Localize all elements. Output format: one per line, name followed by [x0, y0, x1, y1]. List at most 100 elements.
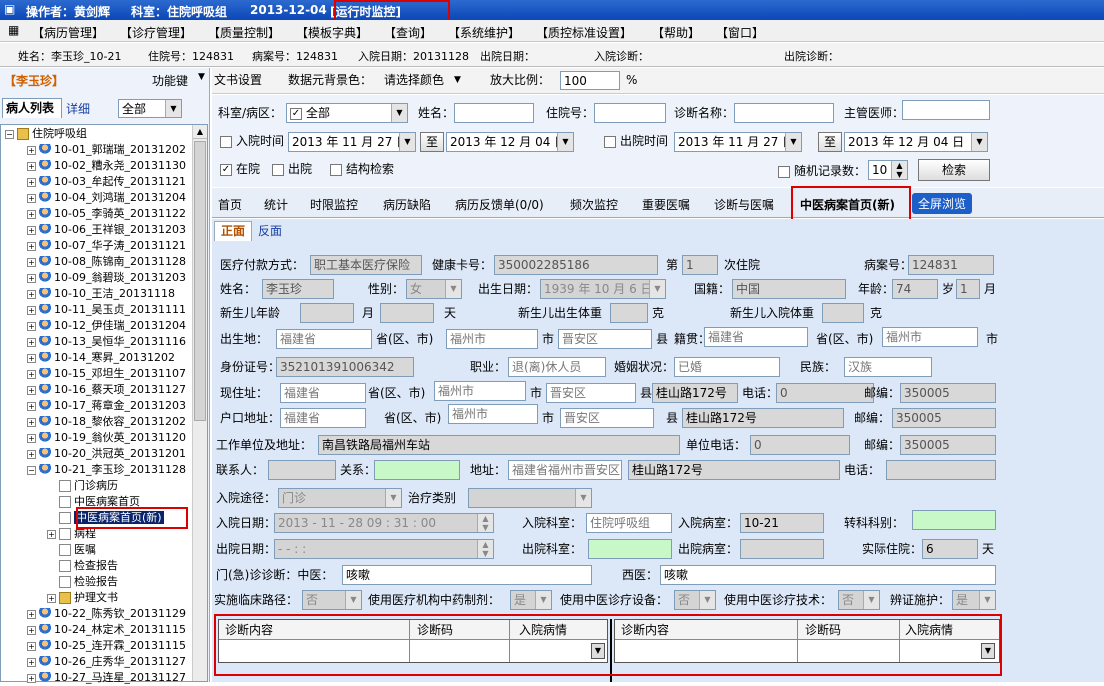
- op-tcm-field[interactable]: 咳嗽: [342, 565, 592, 585]
- treat-select[interactable]: ▼: [468, 488, 592, 508]
- search-button[interactable]: 检索: [918, 159, 990, 181]
- menu-help[interactable]: 【帮助】: [652, 24, 700, 41]
- adm-date-field[interactable]: 2013 - 11 - 28 09 : 31 : 00 ▲ ▼: [274, 513, 494, 533]
- bp-city[interactable]: 福州市: [446, 329, 538, 349]
- cur-city[interactable]: 福州市: [434, 381, 526, 401]
- func-key[interactable]: 功能键: [152, 72, 188, 89]
- nb-age-day[interactable]: [380, 303, 434, 323]
- tree-record[interactable]: 中医病案首页: [47, 494, 140, 510]
- adm-dept-field[interactable]: 住院呼吸组: [586, 513, 672, 533]
- menu-qc-std[interactable]: 【质控标准设置】: [536, 24, 632, 41]
- tree-patient[interactable]: +10-03_牟起传_20131121: [27, 174, 186, 190]
- addr-road[interactable]: 桂山路172号: [628, 460, 840, 480]
- menu-query[interactable]: 【查询】: [384, 24, 432, 41]
- tree-record[interactable]: 检查报告: [47, 558, 118, 574]
- zip-field[interactable]: 350005: [900, 383, 996, 403]
- name-input[interactable]: [454, 103, 534, 123]
- hk-dist[interactable]: 晋安区: [560, 408, 654, 428]
- doctor-input[interactable]: [902, 100, 990, 120]
- tab-home[interactable]: 首页: [218, 196, 242, 213]
- menu-system[interactable]: 【系统维护】: [448, 24, 520, 41]
- tree-patient[interactable]: +10-07_华子涛_20131121: [27, 238, 186, 254]
- dis-date-field[interactable]: - - : : ▲ ▼: [274, 539, 494, 559]
- adm-ward-field[interactable]: 10-21: [740, 513, 824, 533]
- pay-field[interactable]: 职工基本医疗保险: [310, 255, 422, 275]
- diag-input[interactable]: [734, 103, 834, 123]
- color-arrow-icon[interactable]: ▼: [454, 70, 461, 90]
- hk-prov[interactable]: 福建省: [280, 408, 366, 428]
- cur-road[interactable]: 桂山路172号: [652, 383, 738, 403]
- diag-grid-right[interactable]: 诊断内容 诊断码 入院病情 ▼: [614, 619, 1000, 663]
- bp-prov[interactable]: 福建省: [276, 329, 372, 349]
- days-field[interactable]: 6: [922, 539, 978, 559]
- tree-patient[interactable]: +10-06_王祥银_20131203: [27, 222, 186, 238]
- tree-patient[interactable]: +10-09_翁碧琰_20131203: [27, 270, 186, 286]
- tree-patient[interactable]: +10-24_林定术_20131115: [27, 622, 186, 638]
- menu-template[interactable]: 【模板字典】: [296, 24, 368, 41]
- tree-patient[interactable]: +10-26_庄秀华_20131127: [27, 654, 186, 670]
- mon-field[interactable]: 1: [956, 279, 980, 299]
- chevron-down-icon[interactable]: ▼: [981, 643, 995, 659]
- eth-field[interactable]: 汉族: [844, 357, 932, 377]
- phone-field[interactable]: [886, 460, 996, 480]
- tree-patient[interactable]: −10-21_李玉珍_20131128: [27, 462, 186, 478]
- w-zip-field[interactable]: 350005: [900, 435, 996, 455]
- op-west-field[interactable]: 咳嗽: [660, 565, 996, 585]
- tree-patient[interactable]: +10-14_寒昇_20131202: [27, 350, 175, 366]
- adm-from-date[interactable]: 2013 年 11 月 27 日 ▼: [288, 132, 416, 152]
- path-select[interactable]: 否 ▼: [302, 590, 362, 610]
- menu-quality[interactable]: 【质量控制】: [208, 24, 280, 41]
- tab-detail[interactable]: 详细: [66, 100, 90, 117]
- case-field[interactable]: 124831: [908, 255, 994, 275]
- nb-aw-field[interactable]: [822, 303, 864, 323]
- herb-select[interactable]: 是 ▼: [510, 590, 552, 610]
- nat-field[interactable]: 中国: [732, 279, 846, 299]
- bp-dist[interactable]: 晋安区: [558, 329, 652, 349]
- tree-patient[interactable]: +10-10_王洁_20131118: [27, 286, 175, 302]
- tree-record[interactable]: 医嘱: [47, 542, 96, 558]
- tree-patient[interactable]: +10-27_马连星_20131127: [27, 670, 186, 686]
- dis-time-check[interactable]: 出院时间: [604, 131, 668, 151]
- adm-to-date[interactable]: 2013 年 12 月 04 日 ▼: [446, 132, 574, 152]
- tab-fullscreen[interactable]: 全屏浏览: [912, 193, 973, 214]
- work-field[interactable]: 南昌铁路局福州车站: [318, 435, 680, 455]
- card-field[interactable]: 350002285186: [494, 255, 658, 275]
- tree-scrollbar[interactable]: ▲: [192, 125, 207, 681]
- tab-stats[interactable]: 统计: [264, 196, 288, 213]
- rand-spinner[interactable]: 10 ▲ ▼: [868, 160, 908, 180]
- tree-patient[interactable]: +10-19_翁伙英_20131120: [27, 430, 186, 446]
- rand-check[interactable]: 随机记录数：: [778, 161, 866, 181]
- addr-field[interactable]: 福建省福州市晋安区: [508, 460, 622, 480]
- hk-road[interactable]: 桂山路172号: [682, 408, 844, 428]
- tree-patient[interactable]: +10-17_蒋章金_20131203: [27, 398, 186, 414]
- dis-to-date[interactable]: 2013 年 12 月 04 日 ▼: [844, 132, 988, 152]
- sex-select[interactable]: 女 ▼: [406, 279, 462, 299]
- dis-ward-field[interactable]: [740, 539, 824, 559]
- tab-tcm-front-new[interactable]: 中医病案首页(新): [800, 196, 895, 213]
- rel-field[interactable]: [374, 460, 460, 480]
- tree-record[interactable]: 检验报告: [47, 574, 118, 590]
- tree-record-selected[interactable]: 中医病案首页(新): [47, 510, 164, 526]
- native-prov[interactable]: 福建省: [704, 327, 808, 347]
- menu-treat[interactable]: 【诊疗管理】: [120, 24, 192, 41]
- nb-age-month[interactable]: [300, 303, 354, 323]
- tab-patient-list[interactable]: 病人列表: [2, 98, 62, 118]
- menu-window[interactable]: 【窗口】: [716, 24, 764, 41]
- cur-dist[interactable]: 晋安区: [546, 383, 636, 403]
- native-city[interactable]: 福州市: [882, 327, 978, 347]
- job-field[interactable]: 退(离)休人员: [508, 357, 606, 377]
- tree-patient[interactable]: +10-12_伊佳瑞_20131204: [27, 318, 186, 334]
- list-filter-select[interactable]: 全部 ▼: [118, 99, 182, 118]
- in-hosp-check[interactable]: ✓ 在院: [220, 159, 260, 179]
- struct-search-check[interactable]: 结构检索: [330, 159, 394, 179]
- dis-from-date[interactable]: 2013 年 11 月 27 日 ▼: [674, 132, 802, 152]
- id-field[interactable]: 352101391006342: [276, 357, 414, 377]
- tree-patient[interactable]: +10-13_吴恒华_20131116: [27, 334, 186, 350]
- bz-select[interactable]: 是 ▼: [952, 590, 996, 610]
- tel-field[interactable]: 0: [776, 383, 874, 403]
- tree-patient[interactable]: +10-01_郭瑞瑞_20131202: [27, 142, 186, 158]
- tree-record[interactable]: + 护理文书: [47, 590, 118, 606]
- nth-field[interactable]: 1: [682, 255, 718, 275]
- chevron-down-icon[interactable]: ▼: [591, 643, 605, 659]
- tab-orders[interactable]: 重要医嘱: [642, 196, 690, 213]
